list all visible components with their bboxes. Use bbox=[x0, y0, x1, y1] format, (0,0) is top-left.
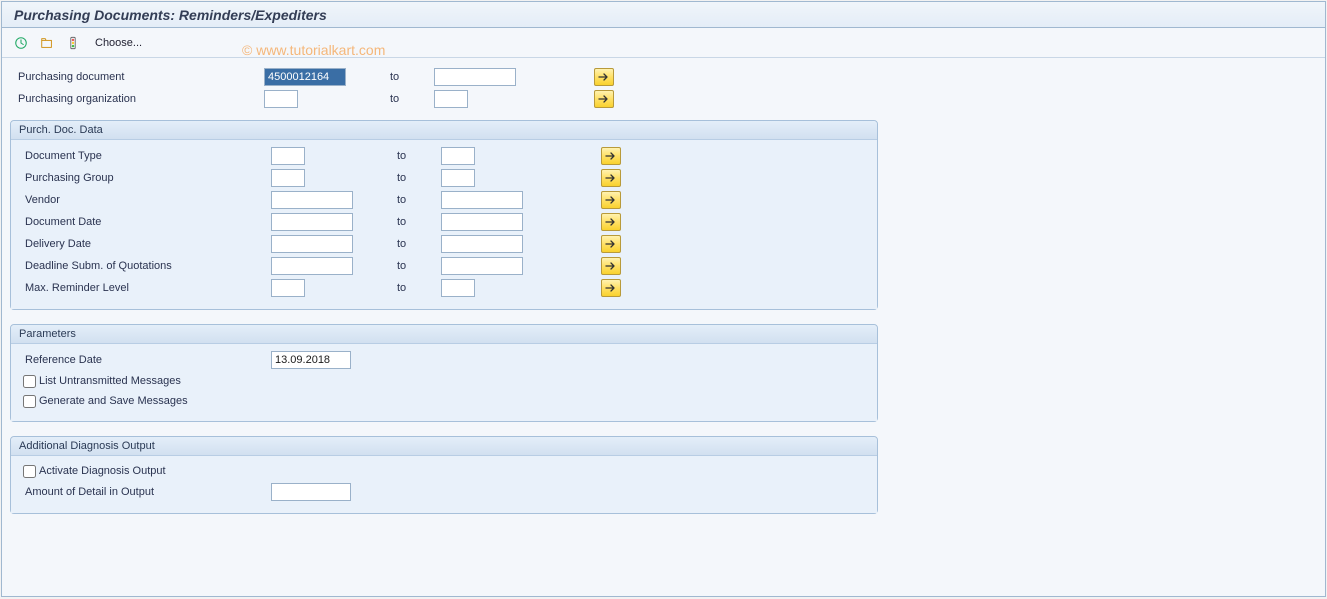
label-deadline-subm: Deadline Subm. of Quotations bbox=[21, 260, 271, 272]
document-date-from-input[interactable] bbox=[271, 213, 353, 231]
arrow-right-icon bbox=[605, 195, 617, 205]
to-label: to bbox=[391, 194, 441, 206]
to-label: to bbox=[384, 71, 434, 83]
label-vendor: Vendor bbox=[21, 194, 271, 206]
arrow-right-icon bbox=[605, 239, 617, 249]
arrow-right-icon bbox=[605, 261, 617, 271]
folder-variant-icon bbox=[40, 36, 54, 50]
arrow-right-icon bbox=[605, 217, 617, 227]
to-label: to bbox=[391, 150, 441, 162]
multi-select-purchasing-organization[interactable] bbox=[594, 90, 614, 108]
row-purchasing-group: Purchasing Group to bbox=[21, 167, 867, 189]
purchasing-group-from-input[interactable] bbox=[271, 169, 305, 187]
arrow-right-icon bbox=[605, 151, 617, 161]
vendor-from-input[interactable] bbox=[271, 191, 353, 209]
to-label: to bbox=[391, 260, 441, 272]
arrow-right-icon bbox=[605, 173, 617, 183]
group-purch-doc-data: Purch. Doc. Data Document Type to Purcha… bbox=[10, 120, 878, 310]
row-purchasing-organization: Purchasing organization to bbox=[14, 88, 878, 110]
choose-button[interactable]: Choose... bbox=[88, 33, 153, 53]
get-variant-button[interactable] bbox=[36, 33, 58, 53]
toolbar: Choose... bbox=[2, 28, 1325, 58]
row-generate-save: Generate and Save Messages bbox=[21, 391, 867, 411]
group-header-parameters: Parameters bbox=[11, 325, 877, 344]
title-text: Purchasing Documents: Reminders/Expedite… bbox=[14, 7, 327, 23]
label-purchasing-organization: Purchasing organization bbox=[14, 93, 264, 105]
max-reminder-from-input[interactable] bbox=[271, 279, 305, 297]
arrow-right-icon bbox=[598, 94, 610, 104]
delivery-date-from-input[interactable] bbox=[271, 235, 353, 253]
deadline-to-input[interactable] bbox=[441, 257, 523, 275]
row-purchasing-document: Purchasing document to bbox=[14, 66, 878, 88]
label-list-untransmitted: List Untransmitted Messages bbox=[39, 375, 181, 387]
arrow-right-icon bbox=[605, 283, 617, 293]
multi-select-document-date[interactable] bbox=[601, 213, 621, 231]
to-label: to bbox=[384, 93, 434, 105]
generate-save-checkbox[interactable] bbox=[23, 395, 36, 408]
row-reference-date: Reference Date bbox=[21, 349, 867, 371]
deadline-from-input[interactable] bbox=[271, 257, 353, 275]
row-delivery-date: Delivery Date to bbox=[21, 233, 867, 255]
document-date-to-input[interactable] bbox=[441, 213, 523, 231]
row-deadline-subm: Deadline Subm. of Quotations to bbox=[21, 255, 867, 277]
row-document-type: Document Type to bbox=[21, 145, 867, 167]
multi-select-deadline[interactable] bbox=[601, 257, 621, 275]
label-document-type: Document Type bbox=[21, 150, 271, 162]
vendor-to-input[interactable] bbox=[441, 191, 523, 209]
document-type-from-input[interactable] bbox=[271, 147, 305, 165]
selection-options-button[interactable] bbox=[62, 33, 84, 53]
activate-diagnosis-checkbox[interactable] bbox=[23, 465, 36, 478]
label-max-reminder: Max. Reminder Level bbox=[21, 282, 271, 294]
label-generate-save: Generate and Save Messages bbox=[39, 395, 188, 407]
group-diagnosis: Additional Diagnosis Output Activate Dia… bbox=[10, 436, 878, 514]
label-activate-diagnosis: Activate Diagnosis Output bbox=[39, 465, 166, 477]
multi-select-max-reminder[interactable] bbox=[601, 279, 621, 297]
group-header-purch-doc-data: Purch. Doc. Data bbox=[11, 121, 877, 140]
to-label: to bbox=[391, 216, 441, 228]
to-label: to bbox=[391, 282, 441, 294]
selection-block: Purchasing document to Purchasing organi… bbox=[10, 62, 878, 120]
amount-detail-input[interactable] bbox=[271, 483, 351, 501]
to-label: to bbox=[391, 172, 441, 184]
group-parameters: Parameters Reference Date List Untransmi… bbox=[10, 324, 878, 422]
delivery-date-to-input[interactable] bbox=[441, 235, 523, 253]
to-label: to bbox=[391, 238, 441, 250]
purchasing-organization-from-input[interactable] bbox=[264, 90, 298, 108]
multi-select-delivery-date[interactable] bbox=[601, 235, 621, 253]
max-reminder-to-input[interactable] bbox=[441, 279, 475, 297]
traffic-light-icon bbox=[66, 36, 80, 50]
label-delivery-date: Delivery Date bbox=[21, 238, 271, 250]
multi-select-purchasing-group[interactable] bbox=[601, 169, 621, 187]
page-title: Purchasing Documents: Reminders/Expedite… bbox=[2, 2, 1325, 28]
label-purchasing-document: Purchasing document bbox=[14, 71, 264, 83]
purchasing-document-from-input[interactable] bbox=[264, 68, 346, 86]
clock-execute-icon bbox=[14, 36, 28, 50]
list-untransmitted-checkbox[interactable] bbox=[23, 375, 36, 388]
document-type-to-input[interactable] bbox=[441, 147, 475, 165]
row-amount-detail: Amount of Detail in Output bbox=[21, 481, 867, 503]
execute-button[interactable] bbox=[10, 33, 32, 53]
row-vendor: Vendor to bbox=[21, 189, 867, 211]
arrow-right-icon bbox=[598, 72, 610, 82]
purchasing-organization-to-input[interactable] bbox=[434, 90, 468, 108]
row-document-date: Document Date to bbox=[21, 211, 867, 233]
multi-select-purchasing-document[interactable] bbox=[594, 68, 614, 86]
choose-label: Choose... bbox=[95, 37, 142, 49]
label-reference-date: Reference Date bbox=[21, 354, 271, 366]
label-document-date: Document Date bbox=[21, 216, 271, 228]
purchasing-document-to-input[interactable] bbox=[434, 68, 516, 86]
row-activate-diagnosis: Activate Diagnosis Output bbox=[21, 461, 867, 481]
group-header-diagnosis: Additional Diagnosis Output bbox=[11, 437, 877, 456]
reference-date-input[interactable] bbox=[271, 351, 351, 369]
multi-select-vendor[interactable] bbox=[601, 191, 621, 209]
multi-select-document-type[interactable] bbox=[601, 147, 621, 165]
row-list-untransmitted: List Untransmitted Messages bbox=[21, 371, 867, 391]
label-purchasing-group: Purchasing Group bbox=[21, 172, 271, 184]
purchasing-group-to-input[interactable] bbox=[441, 169, 475, 187]
label-amount-detail: Amount of Detail in Output bbox=[21, 486, 271, 498]
content-area: Purchasing document to Purchasing organi… bbox=[2, 58, 1325, 534]
row-max-reminder: Max. Reminder Level to bbox=[21, 277, 867, 299]
